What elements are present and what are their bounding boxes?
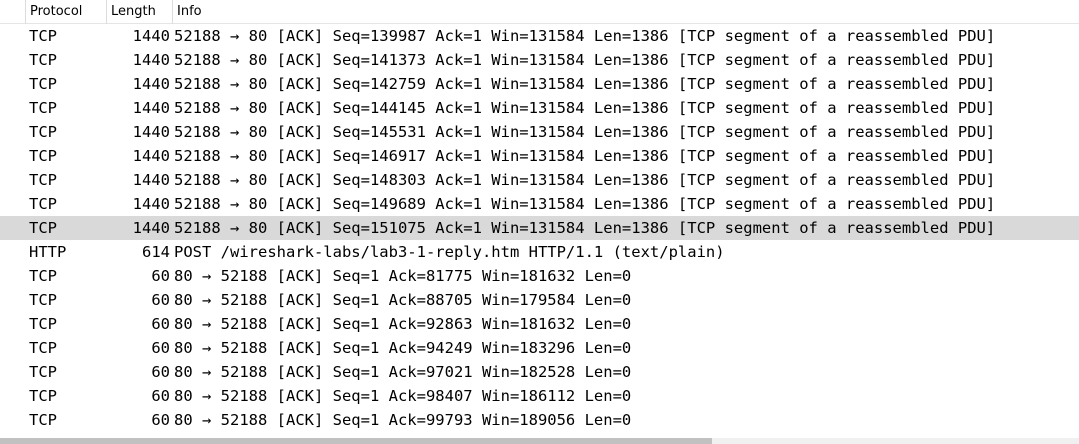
packet-protocol: TCP xyxy=(29,75,57,93)
packet-length: 1440 xyxy=(132,147,170,165)
packet-length: 1440 xyxy=(132,99,170,117)
packet-protocol: TCP xyxy=(29,171,57,189)
packet-length: 60 xyxy=(151,339,170,357)
packet-row[interactable]: TCP 60 80 → 52188 [ACK] Seq=1 Ack=99793 … xyxy=(0,408,1079,432)
packet-protocol: TCP xyxy=(29,147,57,165)
packet-length: 60 xyxy=(151,267,170,285)
packet-info: 80 → 52188 [ACK] Seq=1 Ack=98407 Win=186… xyxy=(174,387,632,405)
packet-info: 52188 → 80 [ACK] Seq=151075 Ack=1 Win=13… xyxy=(174,219,996,237)
packet-row[interactable]: TCP 1440 52188 → 80 [ACK] Seq=142759 Ack… xyxy=(0,72,1079,96)
packet-protocol: HTTP xyxy=(29,243,67,261)
packet-length: 60 xyxy=(151,411,170,429)
packet-info: POST /wireshark-labs/lab3-1-reply.htm HT… xyxy=(174,243,725,261)
packet-length: 1440 xyxy=(132,219,170,237)
packet-row[interactable]: TCP 60 80 → 52188 [ACK] Seq=1 Ack=97021 … xyxy=(0,360,1079,384)
packet-length: 60 xyxy=(151,387,170,405)
packet-info: 80 → 52188 [ACK] Seq=1 Ack=97021 Win=182… xyxy=(174,363,632,381)
packet-info: 80 → 52188 [ACK] Seq=1 Ack=92863 Win=181… xyxy=(174,315,632,333)
packet-row[interactable]: TCP 1440 52188 → 80 [ACK] Seq=139987 Ack… xyxy=(0,24,1079,48)
packet-list-header: Protocol Length Info xyxy=(0,0,1079,24)
packet-info: 52188 → 80 [ACK] Seq=144145 Ack=1 Win=13… xyxy=(174,99,996,117)
packet-row[interactable]: HTTP 614 POST /wireshark-labs/lab3-1-rep… xyxy=(0,240,1079,264)
packet-info: 52188 → 80 [ACK] Seq=141373 Ack=1 Win=13… xyxy=(174,51,996,69)
packet-length: 1440 xyxy=(132,51,170,69)
packet-info: 80 → 52188 [ACK] Seq=1 Ack=94249 Win=183… xyxy=(174,339,632,357)
packet-length: 1440 xyxy=(132,27,170,45)
packet-row[interactable]: TCP 1440 52188 → 80 [ACK] Seq=151075 Ack… xyxy=(0,216,1079,240)
column-header-info[interactable]: Info xyxy=(172,0,1079,24)
packet-row[interactable]: TCP 1440 52188 → 80 [ACK] Seq=149689 Ack… xyxy=(0,192,1079,216)
packet-row[interactable]: TCP 1440 52188 → 80 [ACK] Seq=145531 Ack… xyxy=(0,120,1079,144)
horizontal-scrollbar[interactable] xyxy=(0,438,1079,444)
packet-info: 52188 → 80 [ACK] Seq=145531 Ack=1 Win=13… xyxy=(174,123,996,141)
packet-length: 1440 xyxy=(132,171,170,189)
packet-protocol: TCP xyxy=(29,123,57,141)
packet-protocol: TCP xyxy=(29,291,57,309)
packet-protocol: TCP xyxy=(29,267,57,285)
packet-length: 1440 xyxy=(132,123,170,141)
packet-info: 80 → 52188 [ACK] Seq=1 Ack=99793 Win=189… xyxy=(174,411,632,429)
packet-protocol: TCP xyxy=(29,339,57,357)
column-header-protocol[interactable]: Protocol xyxy=(25,0,106,24)
packet-info: 52188 → 80 [ACK] Seq=139987 Ack=1 Win=13… xyxy=(174,27,996,45)
packet-protocol: TCP xyxy=(29,315,57,333)
packet-info: 52188 → 80 [ACK] Seq=149689 Ack=1 Win=13… xyxy=(174,195,996,213)
packet-row[interactable]: TCP 60 80 → 52188 [ACK] Seq=1 Ack=98407 … xyxy=(0,384,1079,408)
packet-info: 52188 → 80 [ACK] Seq=142759 Ack=1 Win=13… xyxy=(174,75,996,93)
packet-row[interactable]: TCP 60 80 → 52188 [ACK] Seq=1 Ack=81775 … xyxy=(0,264,1079,288)
packet-info: 52188 → 80 [ACK] Seq=148303 Ack=1 Win=13… xyxy=(174,171,996,189)
packet-info: 80 → 52188 [ACK] Seq=1 Ack=88705 Win=179… xyxy=(174,291,632,309)
packet-row[interactable]: TCP 60 80 → 52188 [ACK] Seq=1 Ack=92863 … xyxy=(0,312,1079,336)
packet-protocol: TCP xyxy=(29,411,57,429)
packet-list: TCP 1440 52188 → 80 [ACK] Seq=139987 Ack… xyxy=(0,24,1079,432)
packet-length: 614 xyxy=(142,243,170,261)
packet-protocol: TCP xyxy=(29,27,57,45)
packet-row[interactable]: TCP 1440 52188 → 80 [ACK] Seq=146917 Ack… xyxy=(0,144,1079,168)
packet-protocol: TCP xyxy=(29,363,57,381)
packet-row[interactable]: TCP 60 80 → 52188 [ACK] Seq=1 Ack=88705 … xyxy=(0,288,1079,312)
packet-protocol: TCP xyxy=(29,51,57,69)
packet-info: 80 → 52188 [ACK] Seq=1 Ack=81775 Win=181… xyxy=(174,267,632,285)
packet-length: 1440 xyxy=(132,75,170,93)
column-header-length[interactable]: Length xyxy=(106,0,172,24)
packet-length: 60 xyxy=(151,363,170,381)
scrollbar-thumb[interactable] xyxy=(0,438,713,444)
packet-row[interactable]: TCP 1440 52188 → 80 [ACK] Seq=148303 Ack… xyxy=(0,168,1079,192)
packet-length: 60 xyxy=(151,315,170,333)
packet-protocol: TCP xyxy=(29,195,57,213)
packet-info: 52188 → 80 [ACK] Seq=146917 Ack=1 Win=13… xyxy=(174,147,996,165)
packet-row[interactable]: TCP 1440 52188 → 80 [ACK] Seq=141373 Ack… xyxy=(0,48,1079,72)
packet-protocol: TCP xyxy=(29,219,57,237)
packet-length: 1440 xyxy=(132,195,170,213)
packet-protocol: TCP xyxy=(29,387,57,405)
packet-row[interactable]: TCP 1440 52188 → 80 [ACK] Seq=144145 Ack… xyxy=(0,96,1079,120)
packet-length: 60 xyxy=(151,291,170,309)
packet-row[interactable]: TCP 60 80 → 52188 [ACK] Seq=1 Ack=94249 … xyxy=(0,336,1079,360)
packet-protocol: TCP xyxy=(29,99,57,117)
